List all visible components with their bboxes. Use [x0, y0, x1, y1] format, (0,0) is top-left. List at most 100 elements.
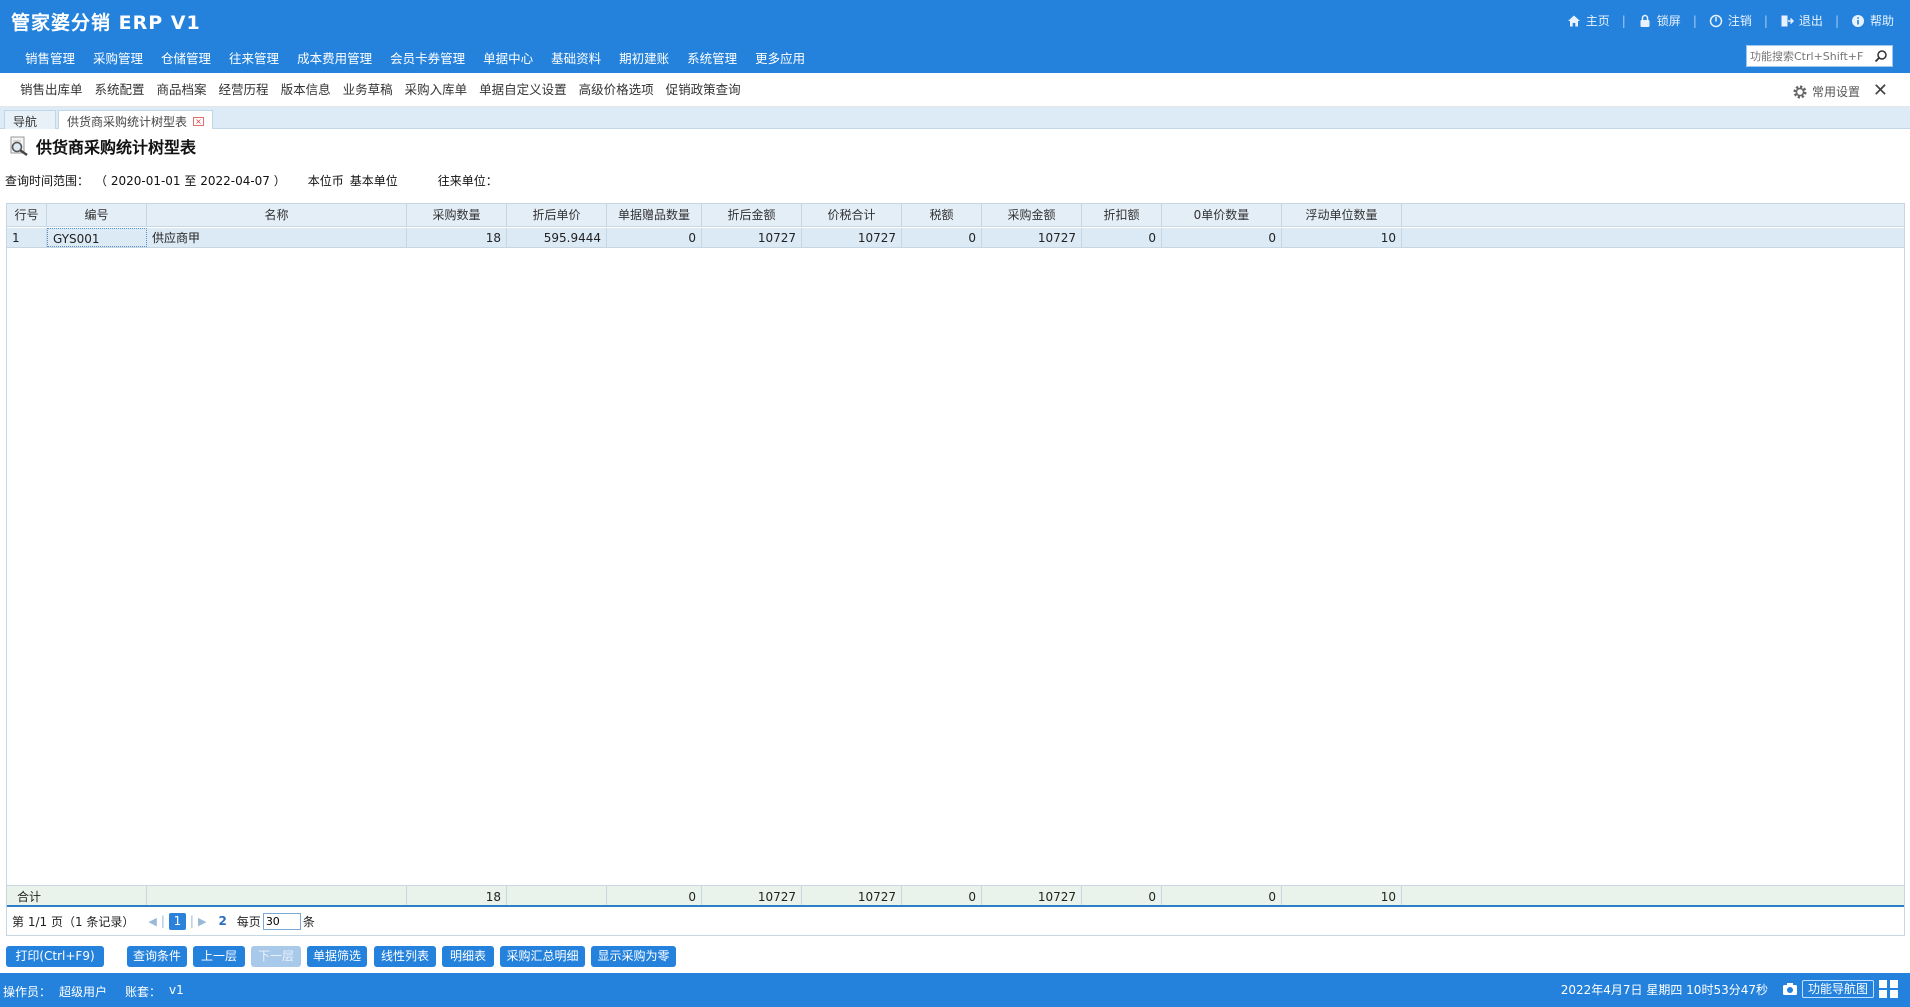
- range-label: 查询时间范围：: [5, 174, 90, 188]
- partner-label: 往来单位：: [437, 174, 498, 188]
- total-purchase-amount: 10727: [982, 886, 1082, 905]
- function-search-input[interactable]: [1750, 47, 1870, 65]
- app-grid-icon[interactable]: [1878, 979, 1900, 999]
- cell-discount-amount: 10727: [702, 228, 802, 247]
- level-down-button[interactable]: 下一层: [251, 946, 301, 967]
- cell-floating-unit-qty: 10: [1282, 228, 1402, 247]
- tab-bar: 导航 供货商采购统计树型表 ×: [0, 107, 1910, 129]
- logout-link-label: 注销: [1727, 14, 1752, 28]
- per-page-unit: 条: [302, 914, 315, 929]
- currency-value: 基本单位: [349, 174, 398, 188]
- detail-table-button[interactable]: 明细表: [442, 946, 494, 967]
- top-links: 主页 | 锁屏 | 注销 | 退出 | 帮助: [1567, 12, 1894, 29]
- common-settings-button[interactable]: 常用设置: [1792, 83, 1860, 100]
- current-datetime: 2022年4月7日 星期四 10时53分47秒: [1560, 982, 1768, 997]
- tab-supplier-purchase-tree[interactable]: 供货商采购统计树型表 ×: [58, 110, 214, 129]
- page-2-link[interactable]: 2: [218, 914, 226, 928]
- home-link[interactable]: 主页: [1567, 12, 1610, 29]
- total-discount: 0: [1082, 886, 1162, 905]
- print-button[interactable]: 打印(Ctrl+F9): [6, 946, 104, 967]
- nav-document-center[interactable]: 单据中心: [474, 48, 542, 67]
- close-quickbar-icon[interactable]: ✕: [1873, 80, 1888, 101]
- col-row-no[interactable]: 行号: [7, 204, 47, 226]
- linear-list-button[interactable]: 线性列表: [374, 946, 436, 967]
- quick-item-system-config[interactable]: 系统配置: [89, 79, 151, 98]
- col-purchase-qty[interactable]: 采购数量: [407, 204, 507, 226]
- total-discount-amount: 10727: [702, 886, 802, 905]
- total-row: 合计 18 0 10727 10727 0 10727 0 0 10: [7, 885, 1904, 907]
- home-link-label: 主页: [1585, 14, 1610, 28]
- level-up-button[interactable]: 上一层: [193, 946, 245, 967]
- tab-label: 供货商采购统计树型表: [67, 114, 188, 129]
- help-icon: [1851, 14, 1864, 27]
- purchase-summary-detail-button[interactable]: 采购汇总明细: [500, 946, 585, 967]
- help-link[interactable]: 帮助: [1851, 12, 1894, 29]
- divider: |: [1621, 13, 1626, 28]
- page-title-text: 供货商采购统计树型表: [36, 138, 197, 157]
- per-page-input[interactable]: [262, 912, 301, 930]
- prev-page-icon[interactable]: ◀: [148, 915, 156, 928]
- tab-navigation[interactable]: 导航: [4, 110, 56, 129]
- main-nav: 销售管理 采购管理 仓储管理 往来管理 成本费用管理 会员卡券管理 单据中心 基…: [16, 48, 814, 67]
- nav-basic-data[interactable]: 基础资料: [542, 48, 610, 67]
- quick-item-drafts[interactable]: 业务草稿: [337, 79, 399, 98]
- cell-name: 供应商甲: [147, 228, 407, 247]
- quick-item-version-info[interactable]: 版本信息: [275, 79, 337, 98]
- lock-link-label: 锁屏: [1656, 14, 1681, 28]
- cell-code[interactable]: GYS001: [47, 228, 147, 247]
- quick-item-promotion-query[interactable]: 促销政策查询: [660, 79, 747, 98]
- col-discount-amount[interactable]: 折后金额: [702, 204, 802, 226]
- magnifier-report-icon: [10, 136, 28, 156]
- lock-link[interactable]: 锁屏: [1638, 12, 1681, 29]
- cell-tax-amount: 0: [902, 228, 982, 247]
- quick-item-business-history[interactable]: 经营历程: [213, 79, 275, 98]
- app-title: 管家婆分销 ERP V1: [11, 12, 201, 34]
- col-floating-unit-qty[interactable]: 浮动单位数量: [1282, 204, 1402, 226]
- exit-icon: [1781, 15, 1794, 26]
- nav-cost[interactable]: 成本费用管理: [288, 48, 381, 67]
- exit-link[interactable]: 退出: [1780, 12, 1823, 29]
- status-left: 操作员： 超级用户 账套： v1: [3, 983, 192, 1000]
- logout-link[interactable]: 注销: [1709, 12, 1752, 29]
- nav-member-card[interactable]: 会员卡券管理: [381, 48, 474, 67]
- table-row[interactable]: 1 GYS001 供应商甲 18 595.9444 0 10727 10727 …: [7, 228, 1904, 248]
- col-discount-unit-price[interactable]: 折后单价: [507, 204, 607, 226]
- col-name[interactable]: 名称: [147, 204, 407, 226]
- nav-sales[interactable]: 销售管理: [16, 48, 84, 67]
- quick-item-doc-custom[interactable]: 单据自定义设置: [473, 79, 573, 98]
- nav-purchase[interactable]: 采购管理: [84, 48, 152, 67]
- col-zero-price-qty[interactable]: 0单价数量: [1162, 204, 1282, 226]
- nav-accounts[interactable]: 往来管理: [220, 48, 288, 67]
- show-zero-purchase-button[interactable]: 显示采购为零: [591, 946, 676, 967]
- col-gift-qty[interactable]: 单据赠品数量: [607, 204, 702, 226]
- camera-icon[interactable]: [1782, 982, 1798, 996]
- total-name: [147, 886, 407, 905]
- search-icon[interactable]: [1874, 49, 1888, 63]
- function-nav-map-button[interactable]: 功能导航图: [1801, 980, 1874, 998]
- col-tax-inclusive-total[interactable]: 价税合计: [802, 204, 902, 226]
- query-conditions-button[interactable]: 查询条件: [127, 946, 187, 967]
- total-tax-amount: 0: [902, 886, 982, 905]
- current-page-button[interactable]: 1: [168, 912, 186, 930]
- nav-system[interactable]: 系统管理: [678, 48, 746, 67]
- quick-item-sales-outbound[interactable]: 销售出库单: [14, 79, 89, 98]
- nav-more-apps[interactable]: 更多应用: [746, 48, 814, 67]
- status-right: 2022年4月7日 星期四 10时53分47秒 功能导航图: [1561, 979, 1900, 999]
- col-discount[interactable]: 折扣额: [1082, 204, 1162, 226]
- nav-initial-setup[interactable]: 期初建账: [610, 48, 678, 67]
- gear-icon: [1793, 85, 1807, 98]
- cell-discount: 0: [1082, 228, 1162, 247]
- quick-item-purchase-inbound[interactable]: 采购入库单: [399, 79, 474, 98]
- col-code[interactable]: 编号: [47, 204, 147, 226]
- tab-close-icon[interactable]: ×: [193, 116, 205, 126]
- nav-warehouse[interactable]: 仓储管理: [152, 48, 220, 67]
- quick-item-product-archive[interactable]: 商品档案: [151, 79, 213, 98]
- col-tax-amount[interactable]: 税额: [902, 204, 982, 226]
- report-grid: 行号 编号 名称 采购数量 折后单价 单据赠品数量 折后金额 价税合计 税额 采…: [6, 203, 1905, 936]
- document-filter-button[interactable]: 单据筛选: [307, 946, 367, 967]
- quick-item-price-options[interactable]: 高级价格选项: [573, 79, 660, 98]
- divider: |: [160, 914, 165, 928]
- col-purchase-amount[interactable]: 采购金额: [982, 204, 1082, 226]
- next-page-icon[interactable]: ▶: [198, 915, 206, 928]
- divider: |: [1763, 13, 1768, 28]
